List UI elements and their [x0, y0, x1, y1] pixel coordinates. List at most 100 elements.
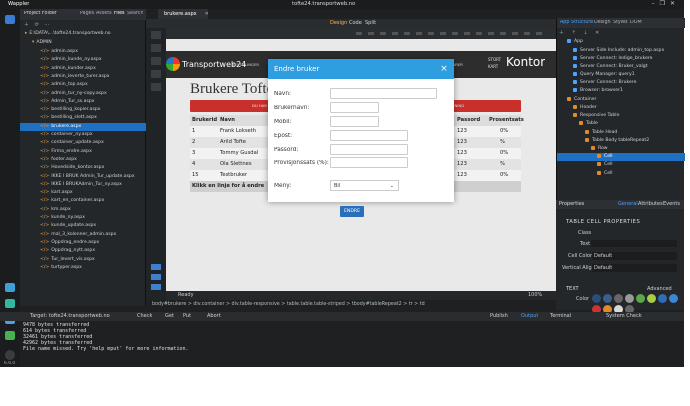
file-item[interactable]: </> Oppdrag_nytt.aspx — [20, 247, 146, 255]
label-passord: Passord: — [274, 147, 299, 153]
cell-color-select[interactable]: Default — [592, 252, 677, 260]
file-item[interactable]: </> IKKE I BRUKAdmin_Tur_ny.aspx — [20, 181, 146, 189]
tab-design[interactable]: Design — [594, 20, 611, 25]
properties-tabs: Properties General Attributes Events — [556, 200, 684, 209]
mobil-field[interactable] — [330, 116, 379, 127]
server-icon[interactable] — [5, 299, 15, 308]
file-item[interactable]: </> IKKE I BRUK Admin_Tur_update.aspx — [20, 173, 146, 181]
file-item[interactable]: </> admin_tur_ny-copy.aspx — [20, 90, 146, 98]
output-tab[interactable]: Output — [521, 313, 538, 319]
abort-button[interactable]: Abort — [207, 313, 221, 319]
tab-dom[interactable]: DOM — [630, 20, 642, 25]
file-item[interactable]: </> footer.aspx — [20, 156, 146, 164]
grid-icons[interactable] — [151, 264, 161, 294]
mode-code[interactable]: Code — [349, 20, 362, 26]
check-button[interactable]: Check — [137, 313, 152, 319]
tab-search[interactable]: Search — [127, 11, 143, 16]
meny-select[interactable]: Bil ⌄ — [330, 180, 399, 191]
tab-pages[interactable]: Pages — [80, 11, 94, 16]
window-controls[interactable]: –❐✕ — [652, 0, 680, 7]
file-item[interactable]: </> kunde_update.aspx — [20, 222, 146, 230]
color-swatch[interactable] — [592, 294, 601, 303]
file-item[interactable]: </> container_ny.aspx — [20, 131, 146, 139]
project-toolbar[interactable]: ＋ ⟳ ⋯ — [24, 21, 51, 28]
file-item[interactable]: </> kunde_ny.aspx — [20, 214, 146, 222]
terminal-tab[interactable]: Terminal — [550, 313, 571, 319]
system-check-tab[interactable]: System Check — [606, 313, 642, 319]
file-item[interactable]: </> bestilling_slett.aspx — [20, 114, 146, 122]
file-item[interactable]: </> kart_en_container.aspx — [20, 197, 146, 205]
provisjonssats-field[interactable] — [330, 157, 408, 168]
endre-button[interactable]: ENDRE — [340, 206, 364, 217]
doc-tab-brukere[interactable]: brukere.aspx ✕ — [158, 9, 208, 19]
nav-kontor[interactable]: Kontor — [506, 55, 545, 69]
file-item[interactable]: </> brukere.aspx — [20, 122, 146, 131]
tab-styles[interactable]: Styles — [613, 20, 628, 25]
nav-kart[interactable]: KART — [488, 64, 498, 69]
nav-link-left[interactable]: BESTILLINGER — [232, 62, 259, 67]
mode-design[interactable]: Design — [330, 20, 347, 26]
breadcrumb[interactable]: body#brukere > div.container > div.table… — [146, 300, 556, 310]
nav-stort[interactable]: STORT — [488, 57, 501, 62]
file-item[interactable]: </> admin_leverte_turer.aspx — [20, 73, 146, 81]
color-swatch[interactable] — [647, 294, 656, 303]
passord-field[interactable] — [330, 144, 408, 155]
color-swatch[interactable] — [636, 294, 645, 303]
file-item[interactable]: </> admin_top.aspx — [20, 81, 146, 89]
file-item[interactable]: </> km.aspx — [20, 206, 146, 214]
tab-attributes[interactable]: Attributes — [638, 201, 663, 207]
text-input[interactable] — [591, 240, 677, 247]
text-section-title: TEXT — [566, 286, 579, 292]
tree-node[interactable]: Browser: browser1 — [557, 87, 685, 95]
tree-root[interactable]: ▸ E:\DATA\...\tofte24.transportweb.no — [20, 30, 146, 38]
file-item[interactable]: </> Hovedside_kontor.aspx — [20, 164, 146, 172]
file-item[interactable]: </> Admin_Tur_ss.aspx — [20, 98, 146, 106]
close-icon[interactable]: × — [439, 64, 449, 74]
tab-app-structure[interactable]: App Structure — [560, 20, 593, 25]
publish-button[interactable]: Publish — [490, 313, 508, 319]
color-swatch[interactable] — [603, 294, 612, 303]
color-swatch[interactable] — [658, 294, 667, 303]
file-item[interactable]: </> Firma_endre.aspx — [20, 148, 146, 156]
color-swatch[interactable] — [669, 294, 678, 303]
target-select[interactable]: Target: tofte24.transportweb.no — [30, 313, 110, 319]
tree-node[interactable]: Cell — [557, 161, 685, 169]
tree-node[interactable]: Cell — [557, 170, 685, 178]
advanced-toggle[interactable]: Advanced — [647, 286, 672, 292]
navn-field[interactable] — [330, 88, 437, 99]
device-ruler[interactable] — [356, 32, 546, 35]
tab-general[interactable]: General — [618, 201, 638, 207]
color-swatch[interactable] — [614, 294, 623, 303]
files-icon[interactable] — [5, 15, 15, 24]
color-swatch[interactable] — [625, 294, 634, 303]
file-item[interactable]: </> Tur_levert_vis.aspx — [20, 256, 146, 264]
tree-folder-admin[interactable]: ▾ ADMIN — [20, 39, 146, 47]
tab-files[interactable]: Files — [114, 11, 125, 16]
file-item[interactable]: </> container_update.aspx — [20, 139, 146, 147]
database-icon[interactable] — [5, 283, 15, 292]
tree-node[interactable]: App — [557, 38, 685, 46]
brukernavn-field[interactable] — [330, 102, 379, 113]
structure-toolbar[interactable]: ＋ ⇡ ⇣ ✕ — [559, 29, 683, 37]
file-item[interactable]: </> turtyper.aspx — [20, 264, 146, 272]
tab-events[interactable]: Events — [663, 201, 680, 207]
file-item[interactable]: </> bestilling_kopier.aspx — [20, 106, 146, 114]
epost-field[interactable] — [330, 130, 408, 141]
zoom-level[interactable]: 100% — [528, 292, 542, 298]
get-button[interactable]: Get — [165, 313, 174, 319]
file-item[interactable]: </> admin.aspx — [20, 48, 146, 56]
file-item[interactable]: </> Oppdrag_endre.aspx — [20, 239, 146, 247]
file-item[interactable]: </> mal_3_kolonner_admin.aspx — [20, 231, 146, 239]
file-item[interactable]: </> admin_kunder.aspx — [20, 65, 146, 73]
file-item[interactable]: </> admin_kunde_ny.aspx — [20, 56, 146, 64]
help-icon[interactable] — [5, 350, 15, 360]
tree-node[interactable]: Table — [557, 120, 685, 128]
put-button[interactable]: Put — [183, 313, 191, 319]
mode-split[interactable]: Split — [365, 20, 376, 26]
tool-icons[interactable] — [151, 31, 161, 91]
console-line: File name missed. Try 'help mput' for mo… — [23, 346, 189, 352]
resources-icon[interactable] — [5, 331, 15, 340]
file-item[interactable]: </> kart.aspx — [20, 189, 146, 197]
vertical-align-select[interactable]: Default — [592, 264, 677, 272]
tab-assets[interactable]: Assets — [96, 11, 112, 16]
